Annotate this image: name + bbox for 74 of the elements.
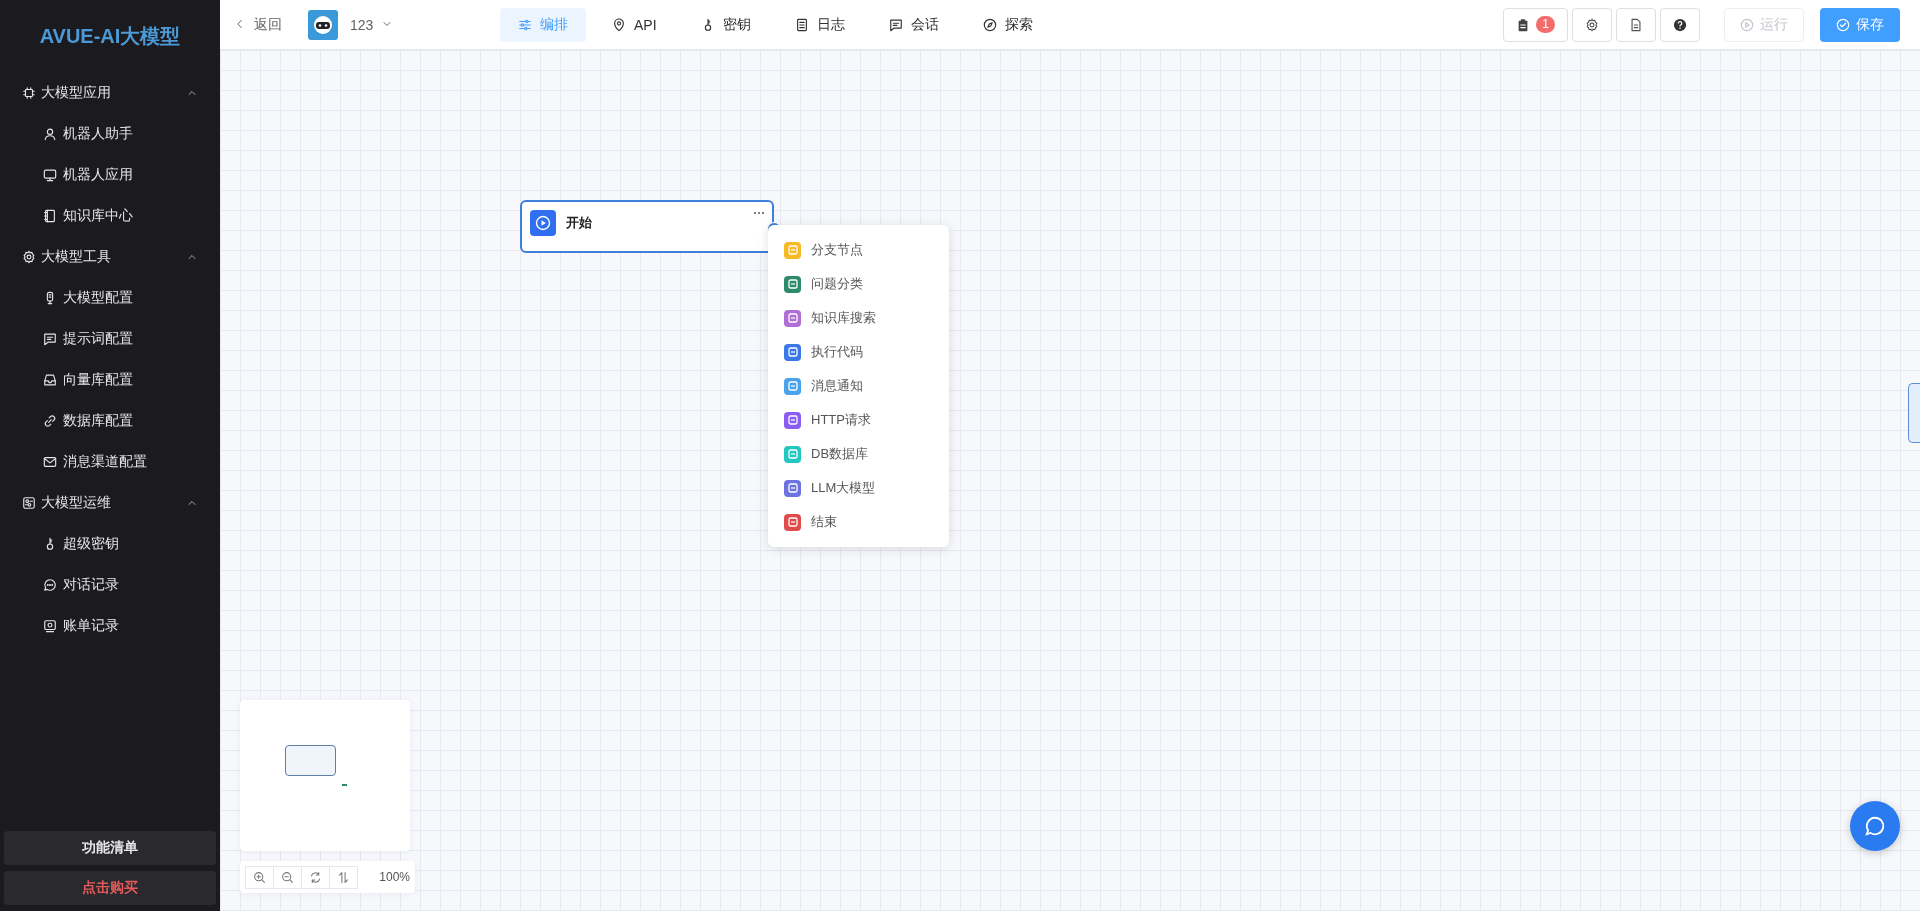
message-icon [43, 331, 57, 346]
help-icon [1673, 17, 1687, 32]
layout-button[interactable] [329, 865, 358, 889]
app-selector[interactable]: 123 [350, 16, 396, 33]
sidebar-item[interactable]: 消息渠道配置 [0, 441, 220, 482]
chat-bubble-icon [1864, 815, 1886, 837]
monitor-icon [43, 167, 57, 182]
receipt-icon [43, 618, 57, 633]
settings-button[interactable] [1572, 7, 1612, 42]
chat-button[interactable] [1850, 801, 1900, 851]
node-type-option[interactable]: 消息通知 [768, 369, 949, 403]
chat-icon [43, 577, 57, 592]
zoom-in-icon [253, 870, 266, 884]
count-badge: 1 [1536, 16, 1555, 33]
sidebar-item[interactable]: 数据库配置 [0, 400, 220, 441]
minimap-mark [342, 784, 347, 786]
minimap-node [285, 745, 336, 776]
menu-group-header[interactable]: 大模型工具 [0, 236, 220, 277]
refresh-button[interactable] [301, 865, 330, 889]
sidebar-item[interactable]: 机器人助手 [0, 113, 220, 154]
tab[interactable]: 日志 [776, 7, 863, 42]
document-icon [794, 17, 809, 32]
feature-list-button[interactable]: 功能清单 [4, 831, 216, 865]
node-type-option[interactable]: 知识库搜索 [768, 301, 949, 335]
mail-icon [43, 454, 57, 469]
location-pin-icon [612, 17, 626, 32]
sidebar-item[interactable]: 账单记录 [0, 605, 220, 646]
gear-icon [22, 249, 36, 264]
chip-icon [22, 85, 36, 100]
sidebar-item[interactable]: 对话记录 [0, 564, 220, 605]
sidebar-item[interactable]: 大模型配置 [0, 277, 220, 318]
play-circle-icon [1740, 17, 1754, 32]
notebook-icon [43, 208, 57, 223]
sidebar-item[interactable]: 知识库中心 [0, 195, 220, 236]
zoom-out-button[interactable] [273, 865, 302, 889]
gear-icon [1585, 17, 1599, 32]
zoom-out-icon [281, 870, 294, 884]
link-icon [43, 413, 57, 428]
app-title: AVUE-AI大模型 [39, 23, 181, 49]
menu-group-header[interactable]: 大模型运维 [0, 482, 220, 523]
back-button[interactable]: 返回 [230, 15, 286, 34]
menu-group-header[interactable]: 大模型应用 [0, 72, 220, 113]
sidebar-item[interactable]: 超级密钥 [0, 523, 220, 564]
sliders-icon [518, 17, 532, 32]
tab[interactable]: 探索 [964, 7, 1051, 42]
node-type-option[interactable]: 问题分类 [768, 267, 949, 301]
sidebar-item[interactable]: 提示词配置 [0, 318, 220, 359]
tab[interactable]: 密钥 [682, 7, 769, 42]
dashboard-icon [22, 495, 36, 510]
help-button[interactable] [1660, 7, 1700, 42]
tab[interactable]: API [594, 7, 675, 42]
document-icon [1629, 17, 1643, 32]
check-circle-icon [1836, 17, 1850, 32]
inbox-icon [43, 372, 57, 387]
refresh-icon [309, 870, 322, 884]
node-type-option[interactable]: 结束 [768, 505, 949, 539]
compass-icon [982, 17, 997, 32]
node-type-option[interactable]: LLM大模型 [768, 471, 949, 505]
purchase-button[interactable]: 点击购买 [4, 871, 216, 905]
user-icon [43, 126, 57, 141]
scroll-handle[interactable] [1908, 383, 1920, 443]
tab[interactable]: 会话 [870, 7, 957, 42]
node-type-option[interactable]: DB数据库 [768, 437, 949, 471]
sidebar-item[interactable]: 机器人应用 [0, 154, 220, 195]
node-title: 开始 [566, 214, 593, 232]
message-icon [888, 17, 903, 32]
up-down-arrows-icon [337, 870, 350, 884]
node-type-option[interactable]: 执行代码 [768, 335, 949, 369]
start-node[interactable]: 开始 [520, 200, 774, 253]
robot-avatar-icon [308, 9, 338, 40]
sidebar-item[interactable]: 向量库配置 [0, 359, 220, 400]
node-type-option[interactable]: HTTP请求 [768, 403, 949, 437]
zoom-level: 100% [379, 870, 410, 884]
zoom-in-button[interactable] [245, 865, 274, 889]
